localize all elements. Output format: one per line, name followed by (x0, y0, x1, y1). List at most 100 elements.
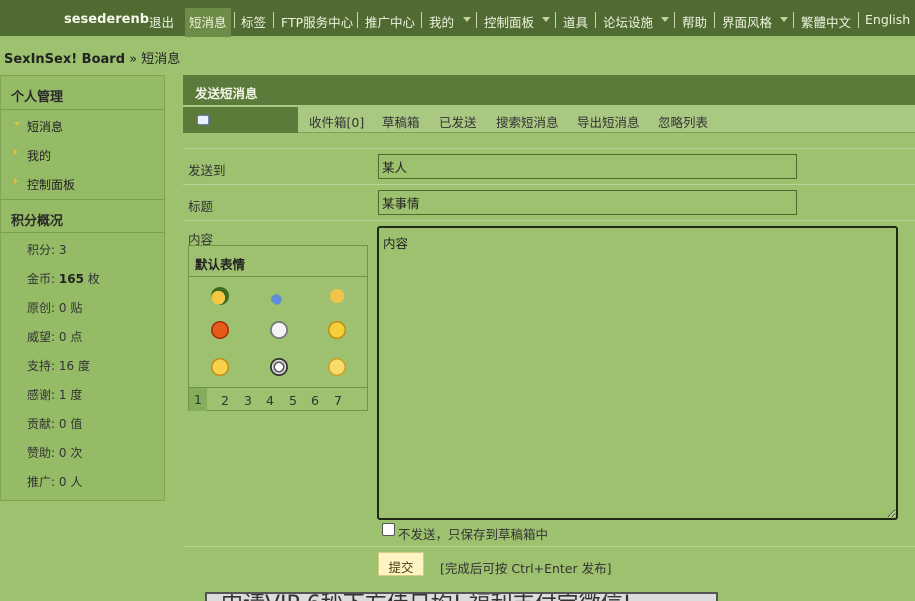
stat-value: 16 (58, 359, 75, 373)
triangle-right-icon (14, 149, 18, 155)
emoticon-page-link[interactable]: 7 (334, 393, 342, 408)
stat-label: 赞助: (27, 446, 56, 460)
cool-smiley-icon[interactable] (328, 321, 346, 339)
stat-value: 0 (58, 330, 67, 344)
submit-button[interactable]: 提交 (378, 552, 424, 576)
sidebar-item-label: 短消息 (27, 120, 64, 134)
sidebar-item-label: 我的 (27, 149, 52, 163)
save-draft-checkbox[interactable] (382, 523, 395, 536)
thumbs-up-smiley-icon[interactable] (328, 287, 346, 305)
nav-separator (357, 12, 358, 28)
sidebar-item-mine[interactable]: 我的 (1, 139, 164, 168)
chevron-down-icon[interactable] (542, 17, 550, 22)
points-stat-row: 贡献: 0 值 (1, 407, 164, 436)
sidebar-item-control-panel[interactable]: 控制面板 (1, 168, 164, 197)
tab-inbox[interactable]: 收件箱[0] (309, 112, 364, 131)
emoticon-page-link[interactable]: 5 (289, 393, 297, 408)
points-stat-row: 推广: 0 人 (1, 465, 164, 494)
nav-items[interactable]: 道具 (563, 12, 588, 31)
stat-unit: 枚 (87, 272, 100, 286)
page-title: 发送短消息 (183, 75, 915, 105)
stat-label: 推广: (27, 475, 56, 489)
breadcrumb-current: 短消息 (141, 52, 181, 67)
nav-control-panel[interactable]: 控制面板 (484, 12, 534, 31)
emoticon-page-link[interactable]: 4 (266, 393, 274, 408)
emoticon-page-link[interactable]: 6 (311, 393, 319, 408)
nav-separator (793, 12, 794, 28)
stat-value: 0 (58, 475, 67, 489)
subject-input[interactable] (378, 190, 797, 215)
stat-unit: 度 (77, 359, 90, 373)
nav-ftp-center[interactable]: FTP服务中心 (281, 12, 353, 31)
recipient-input[interactable] (378, 154, 797, 179)
points-stat-row: 支持: 16 度 (1, 349, 164, 378)
stat-label: 威望: (27, 330, 56, 344)
nav-separator (476, 12, 477, 28)
soldier-smiley-icon[interactable] (211, 287, 229, 305)
points-stats-list: 积分: 3 金币: 165 枚原创: 0 贴威望: 0 点支持: 16 度感谢:… (1, 233, 164, 494)
tab-search-messages[interactable]: 搜索短消息 (496, 112, 559, 131)
stat-value: 0 (58, 446, 67, 460)
save-draft-label: 不发送，只保存到草稿箱中 (398, 527, 549, 542)
stat-value: 0 (58, 417, 67, 431)
stat-value: 3 (58, 243, 67, 257)
nav-theme[interactable]: 界面风格 (722, 12, 772, 31)
compose-message-icon (197, 115, 209, 125)
triangle-down-icon (14, 122, 20, 126)
top-navigation-bar: sesederenb 退出 短消息 标签 FTP服务中心 推广中心 我的 控制面… (0, 0, 915, 37)
chevron-down-icon[interactable] (463, 17, 471, 22)
nav-forum-facilities[interactable]: 论坛设施 (603, 12, 653, 31)
points-stat-row: 原创: 0 贴 (1, 291, 164, 320)
recipient-label: 发送到 (188, 163, 226, 178)
sleepy-smiley-icon[interactable] (328, 358, 346, 376)
scheming-smiley-icon[interactable] (211, 358, 229, 376)
tab-ignore-list[interactable]: 忽略列表 (658, 112, 708, 131)
sidebar-heading-personal: 个人管理 (1, 76, 164, 110)
points-stat-row: 积分: 3 (1, 233, 164, 262)
nav-tags[interactable]: 标签 (241, 12, 266, 31)
row-divider (183, 184, 915, 185)
chevron-down-icon[interactable] (661, 17, 669, 22)
tab-drafts[interactable]: 草稿箱 (382, 112, 420, 131)
nav-separator (421, 12, 422, 28)
points-stat-row: 金币: 165 枚 (1, 262, 164, 291)
stat-unit: 值 (70, 417, 83, 431)
sidebar-item-messages[interactable]: 短消息 (1, 110, 164, 139)
nav-separator (674, 12, 675, 28)
emoticon-page-current[interactable]: 1 (189, 388, 207, 411)
emoticon-page-link[interactable]: 2 (221, 393, 229, 408)
stat-label: 贡献: (27, 417, 56, 431)
logout-link[interactable]: 退出 (149, 12, 174, 31)
tab-sent[interactable]: 已发送 (439, 112, 477, 131)
row-divider (183, 148, 915, 149)
stat-unit: 人 (70, 475, 83, 489)
row-divider (183, 546, 915, 547)
nav-english[interactable]: English (865, 12, 910, 27)
music-note-smiley-icon[interactable] (270, 287, 288, 305)
breadcrumb-board-link[interactable]: SexInSex! Board (4, 52, 125, 67)
nav-promotion[interactable]: 推广中心 (365, 12, 415, 31)
angry-smiley-icon[interactable] (211, 321, 229, 339)
nav-help[interactable]: 帮助 (682, 12, 707, 31)
stat-unit: 贴 (70, 301, 83, 315)
points-stat-row: 赞助: 0 次 (1, 436, 164, 465)
tab-export-messages[interactable]: 导出短消息 (577, 112, 640, 131)
stat-value: 0 (58, 301, 67, 315)
skull-smiley-icon[interactable] (270, 321, 288, 339)
nav-separator (234, 12, 235, 28)
emoticon-panel: 默认表情 1 2 3 4 5 6 7 (188, 245, 368, 411)
tab-compose[interactable] (183, 107, 298, 133)
sidebar-item-label: 控制面板 (27, 178, 76, 192)
emoticon-page-link[interactable]: 3 (244, 393, 252, 408)
nav-traditional-chinese[interactable]: 繁體中文 (801, 12, 851, 31)
nav-mine[interactable]: 我的 (429, 12, 454, 31)
promo-banner[interactable]: 中请VIP 6秒下方佳日均! 福利支付宝微信! (205, 592, 718, 601)
football-smiley-icon[interactable] (270, 358, 288, 376)
username-link[interactable]: sesederenb (64, 12, 149, 27)
chevron-down-icon[interactable] (780, 17, 788, 22)
row-divider (183, 220, 915, 221)
emoticon-pagination: 1 2 3 4 5 6 7 (189, 387, 367, 411)
nav-messages[interactable]: 短消息 (185, 8, 231, 37)
submit-hint: [完成后可按 Ctrl+Enter 发布] (440, 561, 612, 576)
message-content-textarea[interactable]: 内容 (377, 226, 898, 520)
